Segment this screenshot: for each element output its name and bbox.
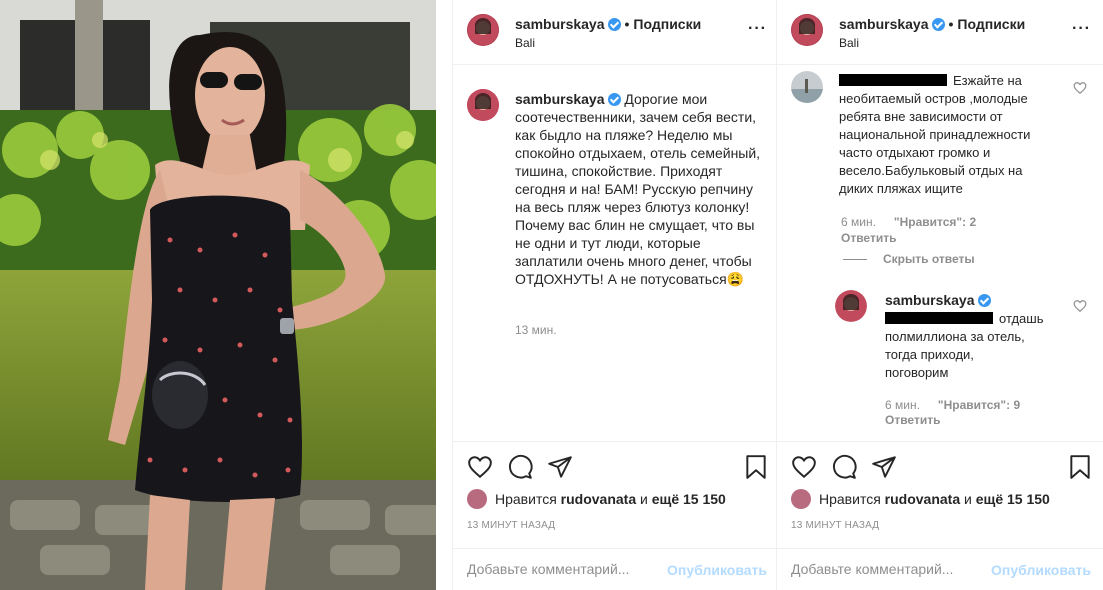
share-icon[interactable] [871, 454, 897, 480]
comment-line-1: Езжайте на [953, 73, 1022, 88]
separator-dot: • [624, 16, 630, 32]
hide-replies-button[interactable]: Скрыть ответы [843, 252, 975, 266]
author-avatar[interactable] [467, 14, 499, 46]
post-timestamp[interactable]: 13 МИНУТ НАЗАД [791, 520, 879, 531]
author-line: samburskaya • Подписки [839, 16, 1025, 32]
heart-icon[interactable] [791, 454, 817, 480]
reply-line-4: поговорим [885, 365, 949, 380]
reply-likes[interactable]: "Нравится": 9 [938, 398, 1020, 412]
reply-username[interactable]: samburskaya [885, 292, 975, 308]
reply-like-heart-icon[interactable] [1073, 299, 1087, 313]
verified-badge-icon [607, 18, 621, 31]
comment-input[interactable] [791, 561, 991, 577]
reply-line-3: тогда приходи, [885, 347, 974, 362]
likes-summary: Нравится rudovanata и ещё 15 150 [791, 489, 1050, 509]
publish-button[interactable]: Опубликовать [991, 562, 1091, 578]
bookmark-icon[interactable] [743, 454, 769, 480]
liker-username[interactable]: rudovanata [885, 491, 960, 507]
reply-button[interactable]: Ответить [841, 231, 896, 245]
comment-line-3: ребята вне зависимости от [839, 109, 1003, 124]
comment-item: Езжайте на необитаемый остров ,молодые р… [777, 65, 1103, 245]
post-photo[interactable] [0, 0, 436, 590]
following-button[interactable]: Подписки [957, 16, 1025, 32]
weary-emoji-icon: 😩 [726, 271, 745, 287]
comment-line-5: часто отдыхают громко и [839, 145, 991, 160]
reply-reply-button[interactable]: Ответить [885, 413, 940, 427]
reply-avatar[interactable] [835, 290, 867, 322]
author-username[interactable]: samburskaya [515, 16, 605, 32]
redacted-mention [885, 312, 993, 324]
caption-avatar[interactable] [467, 89, 499, 121]
likes-count[interactable]: ещё 15 150 [976, 491, 1050, 507]
following-button[interactable]: Подписки [633, 16, 701, 32]
comment-text: Езжайте на необитаемый остров ,молодые р… [839, 72, 1064, 198]
share-icon[interactable] [547, 454, 573, 480]
comment-icon[interactable] [831, 454, 857, 480]
liker-avatar[interactable] [791, 489, 811, 509]
redacted-username [839, 74, 947, 86]
reply-time[interactable]: 6 мин. [885, 398, 920, 412]
comment-line-6: весело.Бабульковый отдых на [839, 163, 1023, 178]
caption-timestamp[interactable]: 13 мин. [515, 323, 557, 337]
comment-line-4: национальной принадлежности [839, 127, 1031, 142]
likes-prefix: Нравится [495, 491, 557, 507]
post-header: samburskaya • Подписки Bali ··· [777, 0, 1103, 65]
comment-likes[interactable]: "Нравится": 2 [894, 215, 976, 229]
action-bar: Нравится rudovanata и ещё 15 150 13 МИНУ… [777, 441, 1103, 590]
comment-meta: 6 мин. "Нравится": 2 [841, 215, 976, 229]
reply-text: samburskaya отдашь полмиллиона за отель,… [885, 291, 1065, 382]
likes-count[interactable]: ещё 15 150 [652, 491, 726, 507]
post-timestamp[interactable]: 13 МИНУТ НАЗАД [467, 520, 555, 531]
post-panel-comments: samburskaya • Подписки Bali ··· Езжайте на… [776, 0, 1103, 590]
caption-username[interactable]: samburskaya [515, 91, 605, 107]
add-comment-bar: Опубликовать [777, 548, 1103, 590]
location-link[interactable]: Bali [839, 36, 859, 50]
verified-badge-icon [931, 18, 945, 31]
verified-badge-icon [977, 294, 991, 307]
caption-text: samburskaya Дорогие мои соотечественники… [515, 90, 765, 288]
likes-and: и [640, 491, 648, 507]
likes-and: и [964, 491, 972, 507]
author-username[interactable]: samburskaya [839, 16, 929, 32]
author-line: samburskaya • Подписки [515, 16, 701, 32]
more-options-icon[interactable]: ··· [1072, 21, 1091, 37]
liker-avatar[interactable] [467, 489, 487, 509]
post-panel-caption: samburskaya • Подписки Bali ··· samburskay… [452, 0, 779, 590]
verified-badge-icon [607, 93, 621, 106]
add-comment-bar: Опубликовать [453, 548, 779, 590]
comment-icon[interactable] [507, 454, 533, 480]
hide-replies-label: Скрыть ответы [883, 252, 975, 266]
comment-input[interactable] [467, 561, 667, 577]
action-bar: Нравится rudovanata и ещё 15 150 13 МИНУ… [453, 441, 779, 590]
heart-icon[interactable] [467, 454, 493, 480]
comment-like-heart-icon[interactable] [1073, 81, 1087, 95]
author-avatar[interactable] [791, 14, 823, 46]
caption-body: Дорогие мои соотечественники, зачем себя… [515, 91, 761, 287]
likes-prefix: Нравится [819, 491, 881, 507]
location-link[interactable]: Bali [515, 36, 535, 50]
commenter-avatar[interactable] [791, 71, 823, 103]
separator-dot: • [948, 16, 954, 32]
publish-button[interactable]: Опубликовать [667, 562, 767, 578]
post-header: samburskaya • Подписки Bali ··· [453, 0, 779, 65]
comment-line-7: диких пляжах ищите [839, 181, 963, 196]
reply-line-2: полмиллиона за отель, [885, 329, 1025, 344]
reply-line-1: отдашь [999, 311, 1044, 326]
likes-summary: Нравится rudovanata и ещё 15 150 [467, 489, 726, 509]
hide-replies-line [843, 258, 867, 260]
reply-meta: 6 мин. "Нравится": 9 [885, 398, 1020, 412]
reply-item: samburskaya отдашь полмиллиона за отель,… [777, 285, 1103, 435]
liker-username[interactable]: rudovanata [561, 491, 636, 507]
bookmark-icon[interactable] [1067, 454, 1093, 480]
comment-time[interactable]: 6 мин. [841, 215, 876, 229]
comment-line-2: необитаемый остров ,молодые [839, 91, 1028, 106]
more-options-icon[interactable]: ··· [748, 21, 767, 37]
